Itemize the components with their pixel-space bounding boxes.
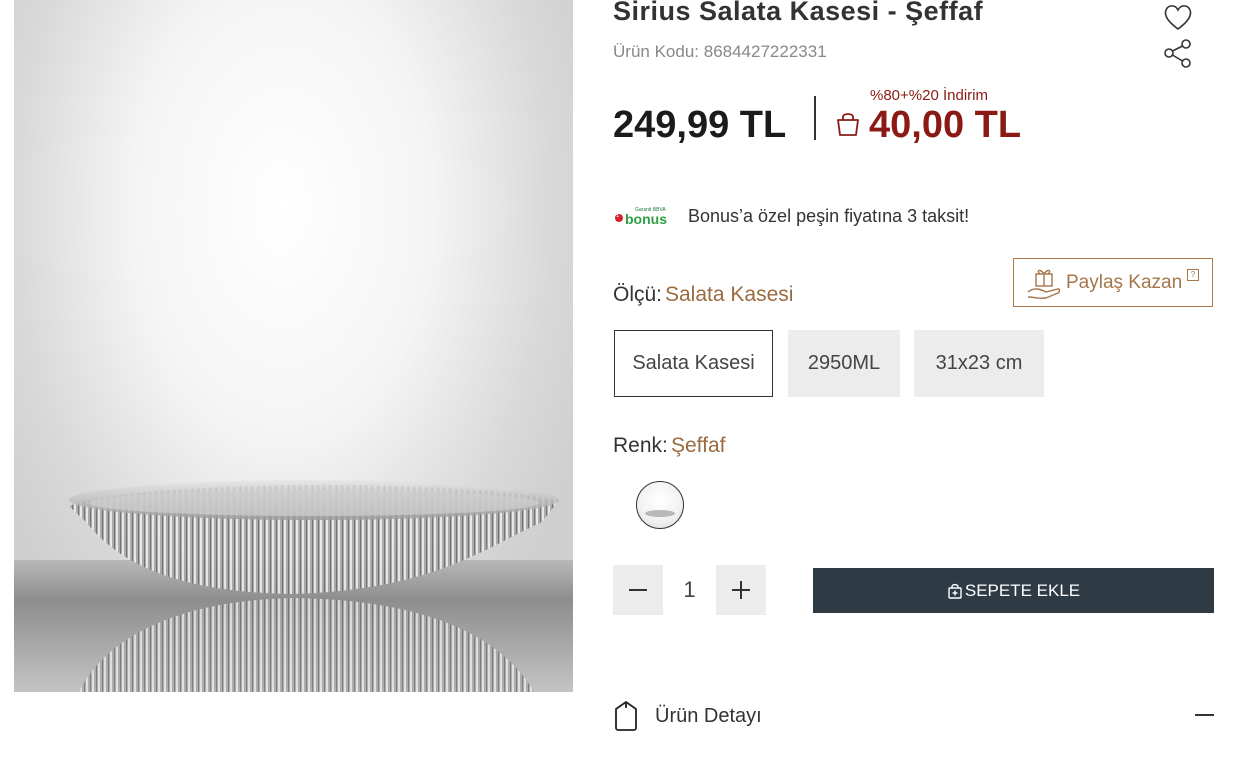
share-earn-label: Paylaş Kazan [1066,271,1183,293]
plus-icon [732,581,750,599]
quantity-input[interactable] [663,565,716,615]
color-swatch-seffaf[interactable] [636,481,684,529]
bonus-installment-message: Bonus’a özel peşin fiyatına 3 taksit! [688,206,970,226]
tag-icon [615,701,637,731]
color-selected-value: Şeffaf [671,434,726,457]
shopping-bag-icon [837,113,859,136]
price-divider [814,96,816,140]
product-image[interactable] [14,0,573,692]
product-details-accordion[interactable]: Ürün Detayı [613,697,1214,737]
collapse-icon[interactable] [1195,714,1214,716]
add-to-cart-label: SEPETE EKLE [964,580,1081,600]
share-button[interactable] [1161,36,1195,70]
size-selected-value: Salata Kasesi [665,283,794,306]
gift-hand-icon [1027,269,1061,299]
discount-label: %80+%20 İndirim [870,87,988,104]
glass-bowl-illustration [69,480,559,692]
size-label: Ölçü: [613,283,663,306]
quantity-increase-button[interactable] [716,565,766,615]
size-option-salata-kasesi[interactable]: Salata Kasesi [614,330,773,397]
sku-label: Ürün Kodu: [613,42,699,61]
product-details-label: Ürün Detayı [655,705,762,727]
quantity-decrease-button[interactable] [613,565,663,615]
share-earn-help-icon[interactable]: ? [1187,269,1199,281]
color-label: Renk: [613,434,668,457]
list-price: 249,99 TL [613,104,787,146]
cart-add-icon [948,583,962,599]
bonus-logo-text: bonus [625,211,667,227]
product-title: Sirius Salata Kasesi - Şeffaf [613,0,984,26]
heart-icon [1164,5,1192,30]
size-option-31x23[interactable]: 31x23 cm [914,330,1044,397]
share-earn-button[interactable]: Paylaş Kazan ? [1013,258,1213,307]
favorite-button[interactable] [1161,0,1195,34]
bonus-logo: 1 Garanti BBVA bonus [615,207,667,227]
add-to-cart-button[interactable]: SEPETE EKLE [813,568,1214,613]
cart-price: 40,00 TL [869,104,1022,146]
share-icon [1164,39,1191,68]
size-option-2950ml[interactable]: 2950ML [788,330,900,397]
sku-value: 8684427222331 [703,42,827,61]
product-sku: Ürün Kodu: 8684427222331 [613,42,827,62]
minus-icon [629,589,647,591]
